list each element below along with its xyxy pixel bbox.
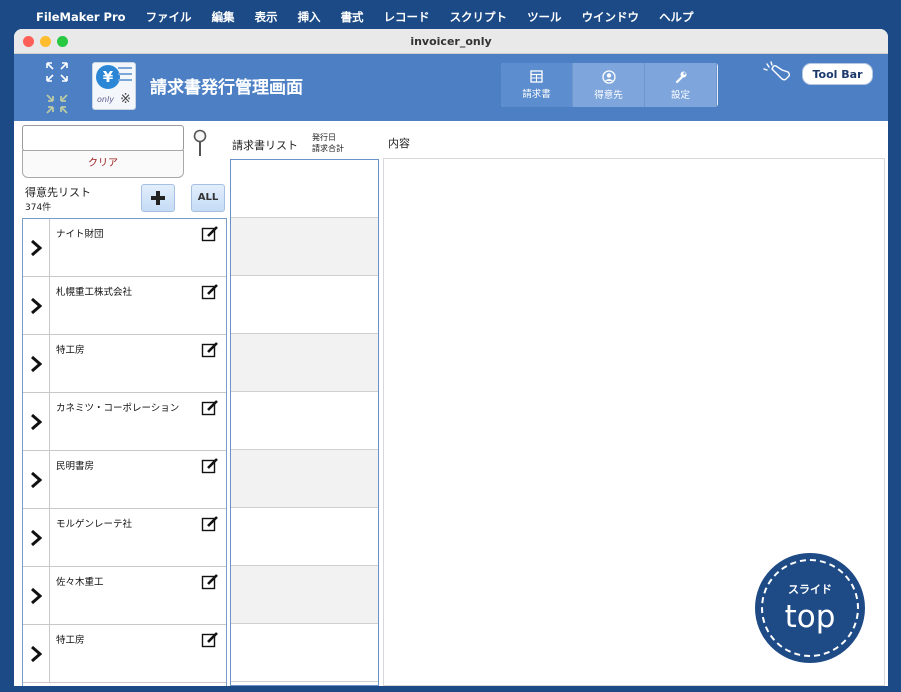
invoice-column-labels: 発行日 請求合計	[312, 132, 344, 154]
yen-icon: ¥	[96, 65, 120, 89]
invoice-total-label: 請求合計	[312, 144, 344, 153]
list-item[interactable]: ナイト財団	[23, 219, 226, 277]
edit-icon[interactable]	[201, 283, 219, 301]
search-input[interactable]	[22, 125, 184, 151]
customer-name: 特工房	[56, 635, 85, 646]
app-logo: ¥ only ※	[92, 62, 136, 110]
window-title: invoicer_only	[410, 35, 492, 48]
wrench-icon	[675, 71, 686, 83]
menu-file[interactable]: ファイル	[146, 9, 192, 25]
tab-invoices[interactable]: 請求書	[501, 63, 573, 107]
edit-icon[interactable]	[201, 631, 219, 649]
minimize-window-button[interactable]	[40, 36, 51, 47]
document-lines-icon	[118, 67, 132, 85]
tab-customers[interactable]: 得意先	[573, 63, 645, 107]
table-row[interactable]	[231, 508, 378, 566]
chevron-right-icon[interactable]	[23, 277, 50, 334]
list-item[interactable]: 佐々木重工	[23, 567, 226, 625]
show-all-button[interactable]: ALL	[191, 184, 225, 212]
header-band: ¥ only ※ 請求書発行管理画面 請求書 得意先 設定 Tool Bar	[14, 54, 888, 121]
chevron-right-icon[interactable]	[23, 393, 50, 450]
badge-big-text: top	[784, 599, 836, 635]
chevron-right-icon[interactable]	[23, 335, 50, 392]
table-row[interactable]	[231, 276, 378, 334]
customer-list: ナイト財団 札幌重工株式会社 特工房 カネミツ・コーポレーション 民明書房 モル…	[22, 218, 227, 686]
edit-icon[interactable]	[201, 399, 219, 417]
tab-settings[interactable]: 設定	[645, 63, 717, 107]
list-item[interactable]: 民明書房	[23, 451, 226, 509]
invoice-list	[230, 159, 379, 686]
tab-label: 得意先	[594, 89, 623, 101]
menu-app-name[interactable]: FileMaker Pro	[36, 10, 126, 24]
customer-name: モルゲンレーテ社	[56, 519, 133, 530]
chevron-right-icon[interactable]	[23, 567, 50, 624]
table-icon	[530, 70, 543, 83]
magnifier-icon[interactable]	[192, 129, 208, 159]
edit-icon[interactable]	[201, 573, 219, 591]
plus-icon	[151, 191, 165, 205]
list-item[interactable]: 特工房	[23, 335, 226, 393]
table-row[interactable]	[231, 160, 378, 218]
customer-count: 374件	[25, 203, 52, 213]
list-item[interactable]: カネミツ・コーポレーション	[23, 393, 226, 451]
content-title: 内容	[388, 137, 410, 150]
hand-pointer-icon	[763, 61, 791, 81]
edit-icon[interactable]	[201, 341, 219, 359]
list-item[interactable]: 特工房	[23, 625, 226, 683]
menu-tools[interactable]: ツール	[527, 9, 562, 25]
chevron-right-icon[interactable]	[23, 509, 50, 566]
tab-label: 設定	[670, 89, 690, 101]
add-customer-button[interactable]	[141, 184, 175, 212]
customer-list-title: 得意先リスト	[25, 186, 91, 199]
window-controls	[23, 36, 68, 47]
edit-icon[interactable]	[201, 515, 219, 533]
table-row[interactable]	[231, 450, 378, 508]
expand-icon[interactable]	[44, 60, 70, 84]
clear-button[interactable]: クリア	[22, 150, 184, 178]
customer-name: 民明書房	[56, 461, 95, 472]
logo-text: only	[97, 95, 114, 104]
list-item[interactable]: 札幌重工株式会社	[23, 277, 226, 335]
invoice-list-title: 請求書リスト	[232, 139, 298, 152]
customer-name: カネミツ・コーポレーション	[56, 403, 180, 414]
person-icon	[601, 69, 616, 84]
kome-mark-icon: ※	[120, 92, 131, 107]
menu-scripts[interactable]: スクリプト	[450, 9, 508, 25]
menu-help[interactable]: ヘルプ	[659, 9, 694, 25]
edit-icon[interactable]	[201, 225, 219, 243]
title-bar: invoicer_only	[14, 29, 888, 54]
chevron-right-icon[interactable]	[23, 625, 50, 682]
issue-date-label: 発行日	[312, 133, 336, 142]
nav-tabs: 請求書 得意先 設定	[501, 63, 718, 107]
chevron-right-icon[interactable]	[23, 219, 50, 276]
table-row[interactable]	[231, 392, 378, 450]
slide-top-badge: スライド top	[755, 553, 865, 663]
table-row[interactable]	[231, 218, 378, 276]
page-title: 請求書発行管理画面	[150, 78, 303, 98]
zoom-window-button[interactable]	[57, 36, 68, 47]
menu-view[interactable]: 表示	[255, 9, 278, 25]
menu-edit[interactable]: 編集	[212, 9, 235, 25]
badge-small-text: スライド	[788, 583, 832, 596]
menu-window[interactable]: ウインドウ	[582, 9, 640, 25]
close-window-button[interactable]	[23, 36, 34, 47]
menu-format[interactable]: 書式	[341, 9, 364, 25]
collapse-icon[interactable]	[44, 92, 70, 116]
toolbar-button[interactable]: Tool Bar	[802, 63, 873, 85]
edit-icon[interactable]	[201, 457, 219, 475]
menu-insert[interactable]: 挿入	[298, 9, 321, 25]
customer-name: ナイト財団	[56, 229, 104, 240]
table-row[interactable]	[231, 334, 378, 392]
customer-name: 札幌重工株式会社	[56, 287, 133, 298]
customer-name: 佐々木重工	[56, 577, 104, 588]
customer-name: 特工房	[56, 345, 85, 356]
chevron-right-icon[interactable]	[23, 451, 50, 508]
table-row[interactable]	[231, 566, 378, 624]
tab-label: 請求書	[522, 89, 551, 100]
menu-records[interactable]: レコード	[384, 9, 430, 25]
table-row[interactable]	[231, 624, 378, 682]
list-item[interactable]: モルゲンレーテ社	[23, 509, 226, 567]
